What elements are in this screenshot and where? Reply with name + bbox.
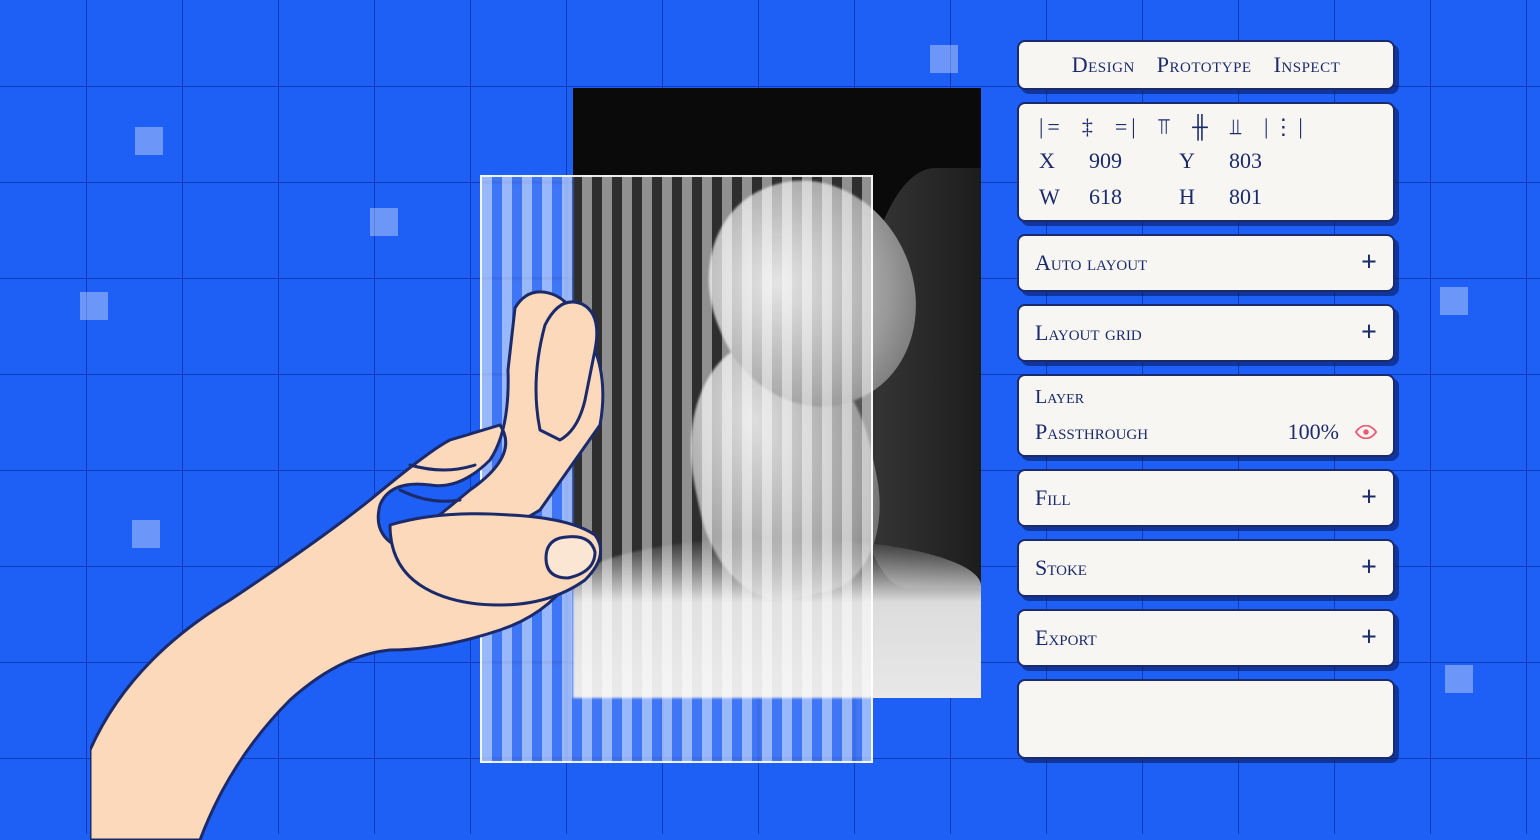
- align-center-v-icon[interactable]: ╫: [1192, 114, 1212, 140]
- layout-grid-card: Layout grid +: [1017, 304, 1395, 362]
- align-distribute-icon[interactable]: |⋮|: [1264, 114, 1307, 140]
- inspector-panel: Design Prototype Inspect |= ‡ =| ⫪ ╫ ⫫ |…: [1017, 40, 1395, 759]
- fill-label: Fill: [1035, 485, 1071, 511]
- auto-layout-label: Auto layout: [1035, 250, 1147, 276]
- decor-square: [80, 292, 108, 320]
- decor-square: [930, 45, 958, 73]
- tab-inspect[interactable]: Inspect: [1274, 52, 1341, 78]
- decor-square: [135, 127, 163, 155]
- export-label: Export: [1035, 625, 1097, 651]
- y-label: Y: [1179, 148, 1229, 174]
- x-label: X: [1039, 148, 1089, 174]
- h-label: H: [1179, 184, 1229, 210]
- tab-design[interactable]: Design: [1072, 52, 1135, 78]
- add-layout-grid-button[interactable]: +: [1361, 319, 1377, 347]
- x-value[interactable]: 909: [1089, 148, 1179, 174]
- align-left-icon[interactable]: |=: [1039, 114, 1064, 140]
- tabs-card: Design Prototype Inspect: [1017, 40, 1395, 90]
- tab-prototype[interactable]: Prototype: [1157, 52, 1252, 78]
- empty-card: [1017, 679, 1395, 759]
- y-value[interactable]: 803: [1229, 148, 1319, 174]
- add-stroke-button[interactable]: +: [1361, 554, 1377, 582]
- h-value[interactable]: 801: [1229, 184, 1319, 210]
- add-fill-button[interactable]: +: [1361, 484, 1377, 512]
- decor-square: [1440, 287, 1468, 315]
- add-auto-layout-button[interactable]: +: [1361, 249, 1377, 277]
- decor-square: [370, 208, 398, 236]
- opacity-value[interactable]: 100%: [1288, 419, 1339, 445]
- stroke-label: Stoke: [1035, 555, 1087, 581]
- fill-card: Fill +: [1017, 469, 1395, 527]
- export-card: Export +: [1017, 609, 1395, 667]
- align-bottom-icon[interactable]: ⫫: [1230, 114, 1246, 140]
- align-right-icon[interactable]: =|: [1115, 114, 1140, 140]
- blend-mode-select[interactable]: Passthrough: [1035, 419, 1148, 445]
- layer-card: Layer Passthrough 100%: [1017, 374, 1395, 457]
- layout-grid-label: Layout grid: [1035, 320, 1142, 346]
- w-label: W: [1039, 184, 1089, 210]
- w-value[interactable]: 618: [1089, 184, 1179, 210]
- transform-card: |= ‡ =| ⫪ ╫ ⫫ |⋮| X 909 Y 803 W 618 H 80…: [1017, 102, 1395, 222]
- auto-layout-card: Auto layout +: [1017, 234, 1395, 292]
- glass-overlay[interactable]: [480, 175, 873, 763]
- align-top-icon[interactable]: ⫪: [1158, 114, 1174, 140]
- align-center-h-icon[interactable]: ‡: [1082, 114, 1097, 140]
- decor-square: [132, 520, 160, 548]
- stroke-card: Stoke +: [1017, 539, 1395, 597]
- decor-square: [1445, 665, 1473, 693]
- add-export-button[interactable]: +: [1361, 624, 1377, 652]
- layer-title: Layer: [1035, 386, 1377, 409]
- visibility-eye-icon[interactable]: [1355, 425, 1377, 439]
